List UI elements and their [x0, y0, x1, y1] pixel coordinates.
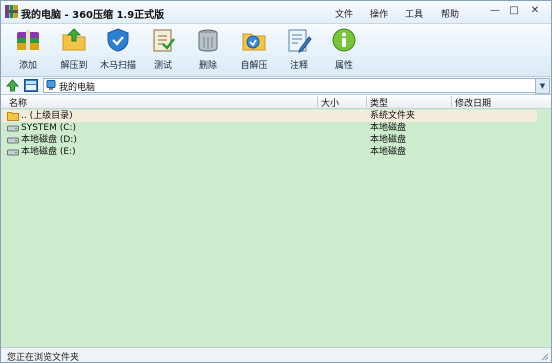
column-name-header[interactable]: 名称 — [9, 96, 27, 109]
view-mode-icon[interactable] — [24, 79, 38, 92]
comment-icon — [288, 29, 312, 53]
minimize-button[interactable]: — — [487, 5, 503, 17]
row-type: 本地磁盘 — [370, 147, 407, 157]
app-window: 我的电脑 - 360压缩 1.9正式版 文件 操作 工具 帮助 — □ ✕ 添加… — [0, 0, 552, 363]
list-item-drive-e[interactable]: 本地磁盘 (E:) 本地磁盘 — [1, 146, 537, 158]
test-label: 测试 — [153, 61, 172, 71]
menu-help[interactable]: 帮助 — [441, 7, 459, 20]
column-divider[interactable] — [366, 96, 367, 107]
address-text: 我的电脑 — [59, 83, 96, 93]
trash-icon — [198, 29, 218, 52]
comment-button[interactable]: 注释 — [277, 27, 321, 73]
menu-tools[interactable]: 工具 — [405, 7, 423, 20]
close-button[interactable]: ✕ — [527, 5, 543, 17]
column-divider[interactable] — [451, 96, 452, 107]
self-extract-label: 自解压 — [240, 61, 268, 71]
up-arrow-icon[interactable] — [6, 79, 19, 92]
menu-file[interactable]: 文件 — [335, 7, 353, 20]
add-archive-icon — [17, 30, 39, 50]
column-type-header[interactable]: 类型 — [370, 96, 388, 109]
list-item-parent-folder[interactable]: .. (上级目录) 系统文件夹 — [1, 110, 537, 122]
window-title: 我的电脑 - 360压缩 1.9正式版 — [21, 10, 165, 21]
properties-button[interactable]: 属性 — [322, 27, 366, 73]
row-name: 本地磁盘 (E:) — [21, 147, 76, 157]
drive-icon — [7, 149, 19, 156]
delete-button[interactable]: 删除 — [186, 27, 230, 73]
title-bar: 我的电脑 - 360压缩 1.9正式版 文件 操作 工具 帮助 — □ ✕ — [1, 1, 551, 24]
extract-to-button[interactable]: 解压到 — [52, 27, 96, 73]
test-button[interactable]: 测试 — [141, 27, 185, 73]
row-type: 本地磁盘 — [370, 123, 407, 133]
properties-label: 属性 — [334, 61, 353, 71]
trojan-scan-label: 木马扫描 — [99, 61, 136, 71]
computer-icon — [46, 80, 56, 90]
row-type: 本地磁盘 — [370, 135, 407, 145]
row-name: SYSTEM (C:) — [21, 123, 77, 133]
list-item-drive-c[interactable]: SYSTEM (C:) 本地磁盘 — [1, 122, 537, 134]
test-checklist-icon — [153, 29, 175, 52]
column-header: 名称 大小 类型 修改日期 — [1, 95, 551, 109]
row-name: 本地磁盘 (D:) — [21, 135, 77, 145]
address-dropdown-button[interactable]: ▼ — [535, 78, 550, 94]
drive-icon — [7, 137, 19, 144]
column-date-header[interactable]: 修改日期 — [455, 96, 491, 109]
status-text: 您正在浏览文件夹 — [7, 353, 80, 363]
toolbar: 添加 解压到 木马扫描 测试 删除 自解压 注释 属性 — [1, 24, 551, 77]
extract-icon — [62, 28, 86, 51]
list-item-drive-d[interactable]: 本地磁盘 (D:) 本地磁盘 — [1, 134, 537, 146]
add-button[interactable]: 添加 — [6, 27, 50, 73]
folder-icon — [7, 112, 19, 121]
delete-label: 删除 — [198, 61, 217, 71]
column-size-header[interactable]: 大小 — [321, 96, 339, 109]
row-type: 系统文件夹 — [370, 111, 416, 121]
drive-icon — [7, 125, 19, 132]
extract-to-label: 解压到 — [60, 61, 88, 71]
resize-grip-icon[interactable] — [540, 352, 549, 361]
self-extract-icon — [242, 33, 266, 51]
status-bar: 您正在浏览文件夹 — [1, 347, 551, 363]
self-extract-button[interactable]: 自解压 — [232, 27, 276, 73]
comment-label: 注释 — [289, 61, 308, 71]
maximize-button[interactable]: □ — [506, 5, 522, 17]
info-icon — [332, 28, 356, 52]
file-list[interactable]: .. (上级目录) 系统文件夹 SYSTEM (C:) 本地磁盘 本地磁盘 (D… — [1, 109, 551, 347]
row-name: .. (上级目录) — [21, 111, 73, 121]
column-divider[interactable] — [317, 96, 318, 107]
shield-scan-icon — [107, 28, 129, 52]
app-logo-icon — [5, 5, 18, 18]
trojan-scan-button[interactable]: 木马扫描 — [96, 27, 140, 73]
address-bar: 我的电脑 ▼ — [1, 77, 551, 95]
add-label: 添加 — [18, 61, 37, 71]
address-field[interactable]: 我的电脑 — [43, 78, 536, 93]
menu-actions[interactable]: 操作 — [370, 7, 388, 20]
